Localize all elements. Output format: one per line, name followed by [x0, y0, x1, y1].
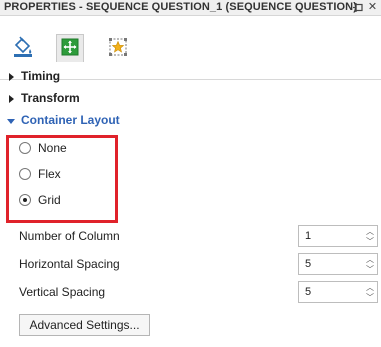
stepper-down-icon[interactable]: ﹀ [365, 265, 375, 274]
properties-tab-strip [0, 16, 381, 80]
stepper-value: 5 [305, 258, 312, 270]
radio-selected-dot [23, 198, 27, 202]
number-of-column-label: Number of Column [19, 229, 120, 243]
horizontal-spacing-stepper[interactable]: 5 ︿ ﹀ [298, 253, 378, 275]
close-icon[interactable]: ✕ [366, 0, 379, 14]
horizontal-spacing-label: Horizontal Spacing [19, 257, 120, 271]
stepper-down-icon[interactable]: ﹀ [365, 293, 375, 302]
stepper-down-icon[interactable]: ﹀ [365, 237, 375, 246]
caret-right-icon [6, 93, 16, 103]
section-transform[interactable]: Transform [0, 88, 381, 108]
radio-none-label: None [38, 141, 67, 155]
section-container-layout[interactable]: Container Layout [0, 110, 381, 130]
caret-down-icon [6, 115, 16, 125]
radio-circle [19, 194, 31, 206]
tab-container-layout[interactable] [56, 34, 84, 62]
container-layout-icon [60, 37, 80, 60]
vertical-spacing-stepper[interactable]: 5 ︿ ﹀ [298, 281, 378, 303]
number-of-column-stepper[interactable]: 1 ︿ ﹀ [298, 225, 378, 247]
radio-grid-label: Grid [38, 193, 61, 207]
panel-title: PROPERTIES - SEQUENCE QUESTION_1 (SEQUEN… [4, 1, 357, 13]
stepper-value: 5 [305, 286, 312, 298]
section-timing-label: Timing [21, 69, 61, 83]
paint-bucket-icon [12, 36, 34, 61]
tab-effects[interactable] [104, 34, 132, 62]
advanced-settings-button[interactable]: Advanced Settings... [19, 314, 150, 336]
section-transform-label: Transform [21, 91, 80, 105]
vertical-spacing-label: Vertical Spacing [19, 285, 106, 299]
pin-icon[interactable] [352, 1, 365, 14]
radio-flex-label: Flex [38, 167, 61, 181]
panel-title-bar: PROPERTIES - SEQUENCE QUESTION_1 (SEQUEN… [0, 0, 381, 16]
stepper-up-icon[interactable]: ︿ [365, 227, 375, 236]
radio-circle [19, 142, 31, 154]
star-frame-icon [108, 37, 128, 60]
tab-fill[interactable] [9, 34, 37, 62]
radio-circle [19, 168, 31, 180]
radio-flex[interactable]: Flex [19, 165, 114, 183]
stepper-up-icon[interactable]: ︿ [365, 283, 375, 292]
stepper-up-icon[interactable]: ︿ [365, 255, 375, 264]
radio-grid[interactable]: Grid [19, 191, 114, 209]
stepper-value: 1 [305, 230, 312, 242]
radio-none[interactable]: None [19, 139, 114, 157]
section-container-layout-label: Container Layout [21, 113, 120, 127]
section-timing[interactable]: Timing [0, 66, 381, 86]
caret-right-icon [6, 71, 16, 81]
